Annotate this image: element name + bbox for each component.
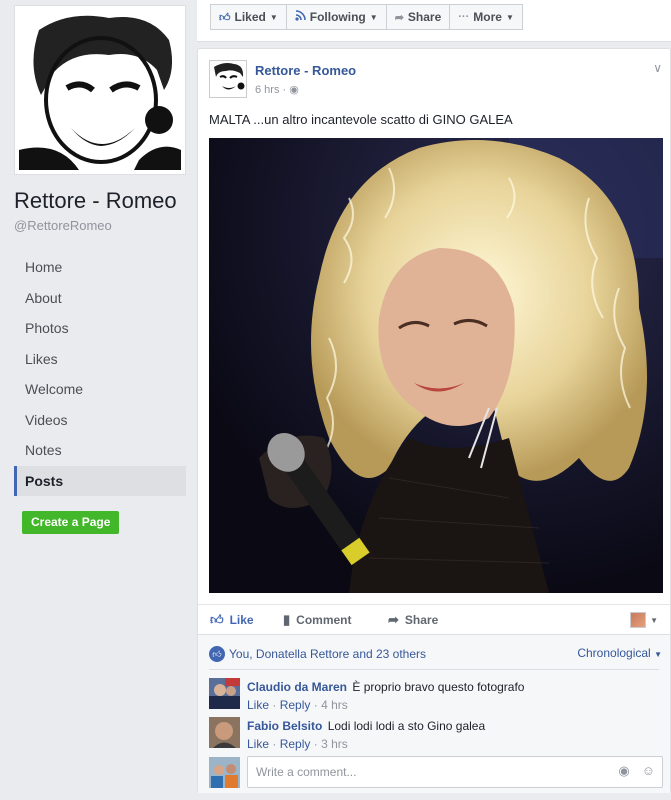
separator: · [272, 698, 280, 712]
comment-time[interactable]: 3 hrs [321, 737, 348, 751]
share-label: Share [407, 10, 442, 24]
nav-item-about[interactable]: About [14, 283, 186, 314]
likes-summary-text: You, Donatella Rettore and 23 others [229, 647, 427, 661]
nav-item-photos[interactable]: Photos [14, 313, 186, 344]
post-card: Rettore - Romeo 6 hrs · ◉ ∨ MALTA ...un … [197, 48, 671, 793]
speech-bubble-icon: ▮ [283, 612, 291, 627]
post-time-text: 6 hrs [255, 84, 280, 96]
share-arrow-icon: ➦ [394, 11, 404, 24]
write-comment-row: Write a comment... ◉ ☺ [209, 756, 663, 788]
comment-body: Claudio da Maren È proprio bravo questo … [247, 680, 657, 694]
more-label: More [473, 10, 502, 24]
comment-input-icons: ◉ ☺ [618, 763, 655, 779]
profile-picture[interactable] [14, 5, 186, 175]
comment-meta: Like · Reply · 4 hrs [247, 698, 348, 712]
commenter-avatar[interactable] [209, 678, 240, 709]
post-author-name[interactable]: Rettore - Romeo [255, 63, 356, 78]
page-nav: Home About Photos Likes Welcome Videos N… [14, 252, 186, 496]
smiley-icon[interactable]: ☺ [642, 763, 655, 779]
commenter-name[interactable]: Fabio Belsito [247, 719, 322, 733]
camera-icon[interactable]: ◉ [618, 763, 629, 779]
likes-summary[interactable]: 👍︎ You, Donatella Rettore and 23 others [209, 646, 426, 662]
comment-order-dropdown[interactable]: Chronological ▼ [577, 646, 662, 660]
post-as-selector[interactable]: ▼ [630, 612, 658, 628]
left-column: Rettore - Romeo @RettoreRomeo Home About… [0, 0, 197, 800]
post-actions: 👍︎ Like ▮ Comment ➦ Share ▼ [198, 604, 670, 634]
post-photo[interactable] [209, 138, 663, 593]
chevron-down-icon[interactable]: ∨ [653, 61, 662, 75]
divider [209, 669, 659, 670]
like-badge-icon: 👍︎ [209, 646, 225, 662]
separator: · [313, 737, 322, 751]
liked-button[interactable]: 👍︎ Liked ▼ [210, 4, 287, 30]
rss-icon [295, 10, 306, 24]
comment-input[interactable]: Write a comment... [247, 756, 663, 788]
page-handle[interactable]: @RettoreRomeo [14, 218, 112, 233]
comment-like-link[interactable]: Like [247, 698, 269, 712]
nav-item-home[interactable]: Home [14, 252, 186, 283]
comment-text: È proprio bravo questo fotografo [352, 680, 525, 694]
profile-photo-drawing [19, 10, 181, 170]
concert-photo [209, 138, 663, 593]
nav-item-videos[interactable]: Videos [14, 405, 186, 436]
caret-down-icon: ▼ [269, 12, 278, 22]
post-timestamp[interactable]: 6 hrs · ◉ [255, 83, 299, 96]
caret-down-icon: ▼ [369, 12, 378, 22]
separator: · [313, 698, 322, 712]
caret-down-icon: ▼ [654, 650, 662, 659]
globe-icon: ◉ [289, 84, 299, 96]
more-button[interactable]: ··· More ▼ [449, 4, 523, 30]
comments-section: 👍︎ You, Donatella Rettore and 23 others … [198, 634, 670, 793]
caret-down-icon: ▼ [505, 12, 514, 22]
comment-like-link[interactable]: Like [247, 737, 269, 751]
share-button[interactable]: ➦ Share [388, 612, 438, 628]
profile-photo [19, 10, 181, 170]
author-avatar[interactable] [209, 60, 247, 98]
commenter-avatar[interactable] [209, 717, 240, 748]
comment-meta: Like · Reply · 3 hrs [247, 737, 348, 751]
post-as-avatar [630, 612, 647, 628]
like-button[interactable]: 👍︎ Like [210, 612, 254, 628]
nav-item-likes[interactable]: Likes [14, 344, 186, 375]
nav-item-welcome[interactable]: Welcome [14, 374, 186, 405]
comment-text: Lodi lodi lodi a sto Gino galea [327, 719, 486, 733]
nav-item-posts[interactable]: Posts [14, 465, 186, 496]
share-arrow-icon: ➦ [388, 612, 399, 627]
caret-down-icon: ▼ [650, 615, 658, 625]
commenter-name[interactable]: Claudio da Maren [247, 680, 347, 694]
liked-label: Liked [234, 10, 266, 24]
share-label: Share [404, 613, 439, 627]
nav-item-notes[interactable]: Notes [14, 435, 186, 466]
page-action-bar: 👍︎ Liked ▼ Following ▼ ➦ Share ··· More … [197, 0, 671, 42]
current-user-avatar[interactable] [209, 757, 240, 788]
following-label: Following [309, 10, 366, 24]
following-button[interactable]: Following ▼ [285, 4, 387, 30]
comment-label: Comment [296, 613, 352, 627]
dots-icon: ··· [458, 11, 470, 23]
comment-body: Fabio Belsito Lodi lodi lodi a sto Gino … [247, 719, 657, 733]
thumbs-up-icon: 👍︎ [210, 612, 224, 627]
post-text: MALTA ...un altro incantevole scatto di … [209, 112, 513, 127]
separator: · [272, 737, 280, 751]
page-title[interactable]: Rettore - Romeo [14, 188, 177, 214]
like-label: Like [229, 613, 254, 627]
comment-reply-link[interactable]: Reply [280, 737, 311, 751]
share-page-button[interactable]: ➦ Share [385, 4, 451, 30]
thumbs-up-icon: 👍︎ [219, 11, 231, 24]
comment-order-label: Chronological [577, 646, 651, 660]
comment-time[interactable]: 4 hrs [321, 698, 348, 712]
comment-button[interactable]: ▮ Comment [283, 612, 671, 628]
comment-reply-link[interactable]: Reply [280, 698, 311, 712]
create-page-button[interactable]: Create a Page [22, 511, 120, 534]
